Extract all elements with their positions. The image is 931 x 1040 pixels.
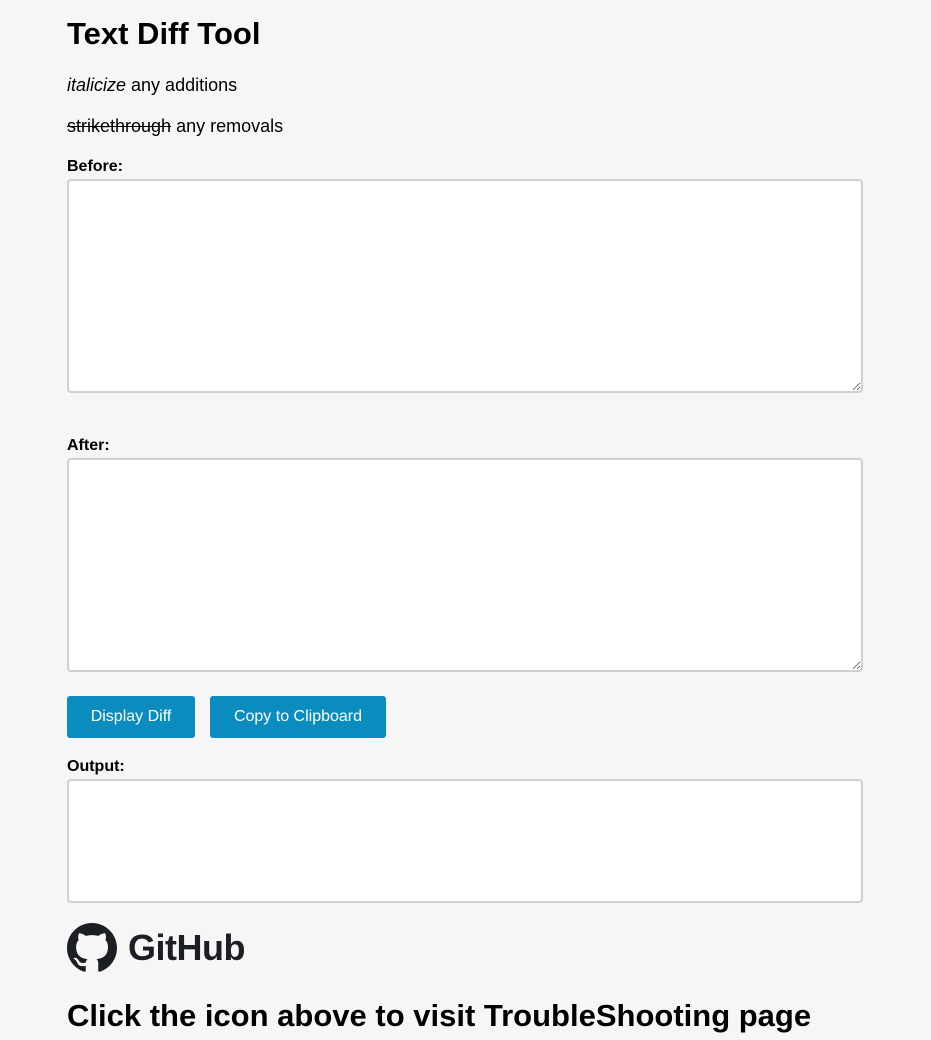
legend-additions: italicize any additions (67, 74, 237, 96)
legend-additions-text: any additions (126, 75, 238, 95)
copy-to-clipboard-button[interactable]: Copy to Clipboard (210, 696, 386, 738)
output-label: Output: (67, 758, 125, 775)
before-textarea[interactable] (67, 179, 863, 393)
github-octocat-icon (67, 923, 117, 972)
legend-strike-sample: strikethrough (67, 116, 172, 136)
legend-italic-sample: italicize (67, 75, 127, 95)
footer-cta-heading: Click the icon above to visit TroubleSho… (67, 998, 812, 1033)
page: Text Diff Tool italicize any additions s… (0, 0, 931, 1040)
display-diff-button[interactable]: Display Diff (67, 696, 195, 738)
github-link[interactable]: GitHub (67, 923, 247, 973)
github-wordmark: GitHub (128, 927, 245, 968)
legend-removals-text: any removals (171, 116, 284, 136)
before-label: Before: (67, 158, 124, 175)
after-textarea[interactable] (67, 458, 863, 672)
after-label: After: (67, 437, 110, 454)
page-title: Text Diff Tool (67, 16, 261, 51)
legend-removals: strikethrough any removals (67, 115, 283, 137)
output-box (67, 779, 863, 903)
